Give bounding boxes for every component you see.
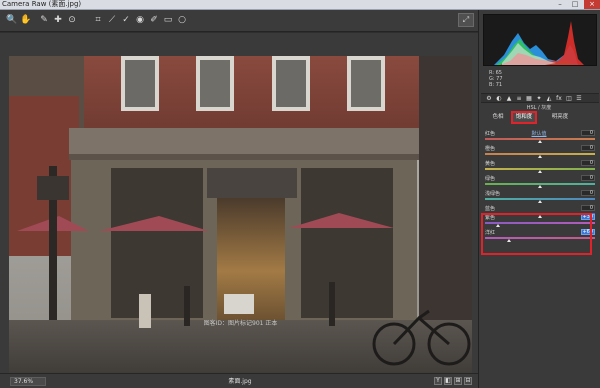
preview-image: 图客ID：图片标记901 正本 bbox=[9, 56, 472, 378]
highlight-box bbox=[481, 213, 592, 255]
slider-value-input[interactable]: 0 bbox=[581, 160, 595, 166]
slider-row: 橙色 0 bbox=[483, 145, 597, 158]
tab-luminance[interactable]: 明亮度 bbox=[543, 113, 577, 122]
fullscreen-icon[interactable]: ⤢ bbox=[458, 13, 474, 27]
slider-label: 浅绿色 bbox=[485, 191, 501, 197]
split-toning-tab-icon[interactable]: ▦ bbox=[525, 95, 533, 103]
slider-row: 浅绿色 0 bbox=[483, 190, 597, 203]
preview-canvas[interactable]: 图客ID：图片标记901 正本 bbox=[0, 33, 478, 378]
camera-calibration-tab-icon[interactable]: ◫ bbox=[565, 95, 573, 103]
close-button[interactable]: × bbox=[584, 0, 600, 9]
zoom-tool-icon[interactable]: 🔍 bbox=[6, 14, 18, 26]
readout-b: B: 71 bbox=[489, 82, 503, 88]
basic-tab-icon[interactable]: ⚙ bbox=[485, 95, 493, 103]
zoom-level-select[interactable]: 37.6% bbox=[10, 377, 46, 386]
color-sampler-tool-icon[interactable]: ✚ bbox=[52, 14, 64, 26]
histogram bbox=[483, 14, 597, 66]
adjustment-brush-icon[interactable]: ✐ bbox=[148, 14, 160, 26]
red-eye-tool-icon[interactable]: ◉ bbox=[134, 14, 146, 26]
section-title: HSL / 灰度 bbox=[526, 105, 552, 111]
before-after-icon[interactable]: ◧ bbox=[444, 377, 452, 385]
presets-tab-icon[interactable]: ☰ bbox=[575, 95, 583, 103]
slider-thumb[interactable] bbox=[538, 170, 542, 173]
slider-value-input[interactable]: 0 bbox=[581, 145, 595, 151]
slider-label: 黄色 bbox=[485, 161, 496, 167]
minimize-button[interactable]: – bbox=[553, 0, 567, 9]
slider-label: 蓝色 bbox=[485, 206, 496, 212]
slider-value-input[interactable]: 0 bbox=[581, 205, 595, 211]
title-bar: Camera Raw (素面.jpg) – □ × bbox=[0, 0, 600, 10]
slider-thumb[interactable] bbox=[538, 200, 542, 203]
maximize-button[interactable]: □ bbox=[568, 0, 582, 9]
adjustments-panel: R: 65 G: 77 B: 71 ⚙ ◐ ▲ ≡ ▦ ✦ ◭ fx ◫ ☰ HSL / 灰度 色… bbox=[478, 10, 600, 388]
hsl-tab-icon[interactable]: ≡ bbox=[515, 95, 523, 103]
graduated-filter-icon[interactable]: ▭ bbox=[162, 14, 174, 26]
slider-row: 红色 0 bbox=[483, 130, 597, 143]
camera-raw-window: Camera Raw (素面.jpg) – □ × ⤢ 🔍 ✋ ✎ ✚ ⊙ ⌗ ⟋ ✓ ◉ ✐ ▭ ○ bbox=[0, 0, 600, 388]
toolbar: ⤢ 🔍 ✋ ✎ ✚ ⊙ ⌗ ⟋ ✓ ◉ ✐ ▭ ○ bbox=[0, 10, 478, 32]
radial-filter-icon[interactable]: ○ bbox=[176, 14, 188, 26]
yes-toggle-button[interactable]: Y bbox=[434, 377, 442, 385]
slider-label: 橙色 bbox=[485, 146, 496, 152]
slider-thumb[interactable] bbox=[538, 155, 542, 158]
targeted-adjust-tool-icon[interactable]: ⊙ bbox=[66, 14, 78, 26]
white-balance-tool-icon[interactable]: ✎ bbox=[38, 14, 50, 26]
lens-tab-icon[interactable]: ✦ bbox=[535, 95, 543, 103]
rgb-readout: R: 65 G: 77 B: 71 bbox=[489, 70, 503, 88]
slider-label: 绿色 bbox=[485, 176, 496, 182]
slider-label: 红色 bbox=[485, 131, 496, 137]
hand-tool-icon[interactable]: ✋ bbox=[20, 14, 32, 26]
panel-tab-strip: ⚙ ◐ ▲ ≡ ▦ ✦ ◭ fx ◫ ☰ bbox=[481, 93, 599, 103]
status-bar: 37.6% 素面.jpg Y ◧ ⊞ ⊟ bbox=[0, 373, 478, 388]
file-name: 素面.jpg bbox=[228, 378, 252, 385]
spot-removal-tool-icon[interactable]: ✓ bbox=[120, 14, 132, 26]
slider-thumb[interactable] bbox=[538, 185, 542, 188]
tab-hue[interactable]: 色相 bbox=[483, 113, 513, 122]
crop-tool-icon[interactable]: ⌗ bbox=[92, 14, 104, 26]
hsl-subtabs: 色相 饱和度 明亮度 bbox=[481, 111, 599, 124]
fx-tab-icon[interactable]: fx bbox=[555, 95, 563, 103]
straighten-tool-icon[interactable]: ⟋ bbox=[106, 14, 118, 26]
slider-row: 黄色 0 bbox=[483, 160, 597, 173]
slider-row: 绿色 0 bbox=[483, 175, 597, 188]
window-title: Camera Raw (素面.jpg) bbox=[2, 0, 82, 8]
slider-thumb[interactable] bbox=[538, 140, 542, 143]
watermark-text: 图客ID：图片标记901 正本 bbox=[203, 320, 278, 327]
detail-tab-icon[interactable]: ▲ bbox=[505, 95, 513, 103]
effects-tab-icon[interactable]: ◭ bbox=[545, 95, 553, 103]
tab-saturation[interactable]: 饱和度 bbox=[511, 111, 537, 124]
slider-value-input[interactable]: 0 bbox=[581, 190, 595, 196]
swap-view-icon[interactable]: ⊞ bbox=[454, 377, 462, 385]
slider-value-input[interactable]: 0 bbox=[581, 130, 595, 136]
slider-value-input[interactable]: 0 bbox=[581, 175, 595, 181]
tone-curve-tab-icon[interactable]: ◐ bbox=[495, 95, 503, 103]
copy-settings-icon[interactable]: ⊟ bbox=[464, 377, 472, 385]
